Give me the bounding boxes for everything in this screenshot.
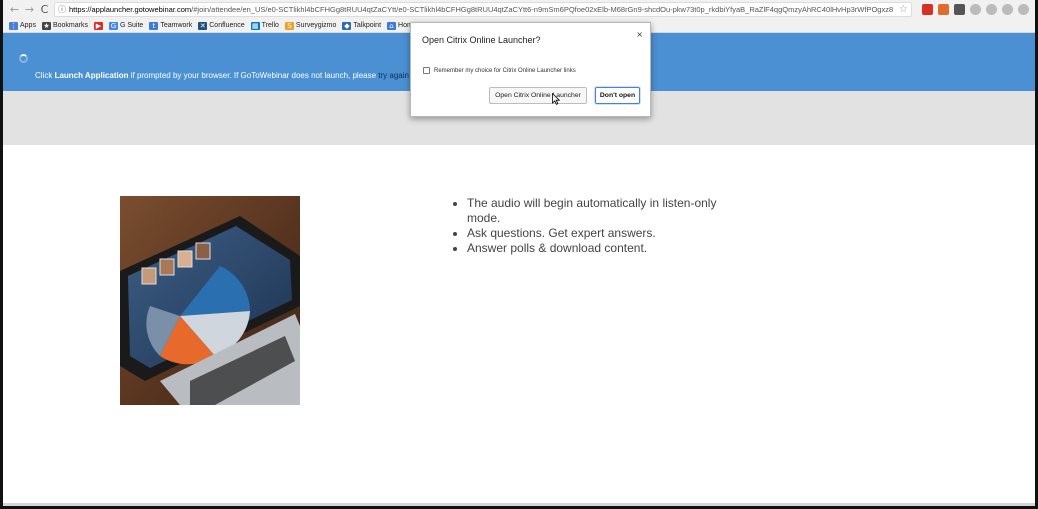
bookmark-label: G Suite <box>119 22 144 29</box>
bookmark-label: Bookmarks <box>52 22 88 29</box>
dialog-title: Open Citrix Online Launcher? <box>422 35 541 45</box>
address-toolbar: ← → C ⓘ https://applauncher.gotowebinar.… <box>3 0 1035 19</box>
home-icon: ⌂ <box>387 21 397 30</box>
extension-icon[interactable] <box>970 4 981 15</box>
forward-icon[interactable]: → <box>24 4 35 15</box>
try-again-link[interactable]: try again <box>378 71 409 80</box>
feature-item: Answer polls & download content. <box>467 241 725 256</box>
extension-icon[interactable] <box>986 4 997 15</box>
apps-icon: ⋮ <box>9 21 18 30</box>
footer-strip <box>3 503 1035 506</box>
bookmark-youtube[interactable]: ▶ <box>93 21 103 30</box>
bookmark-teamwork[interactable]: t Teamwork <box>149 21 193 30</box>
bookmark-apps[interactable]: ⋮ Apps <box>9 21 36 30</box>
bookmark-bookmarks[interactable]: ★ Bookmarks <box>41 21 88 30</box>
loading-spinner-icon <box>19 54 28 63</box>
remember-choice-checkbox[interactable]: Remember my choice for Citrix Online Lau… <box>423 67 576 74</box>
checkbox-box[interactable] <box>423 67 430 74</box>
extension-icon[interactable] <box>1002 4 1013 15</box>
star-icon: ★ <box>41 21 51 30</box>
extension-icon[interactable] <box>954 4 965 15</box>
talkpoint-icon: ◆ <box>342 21 352 30</box>
bookmark-trello[interactable]: ▦ Trello <box>250 21 279 30</box>
bookmark-label: Teamwork <box>160 22 193 29</box>
site-info-icon[interactable]: ⓘ <box>58 4 66 15</box>
open-launcher-button[interactable]: Open Citrix Online Launcher <box>489 87 587 104</box>
bookmark-label: Surveygizmo <box>295 22 337 29</box>
confluence-icon: ✕ <box>198 21 208 30</box>
bookmark-g-suite[interactable]: GG Suite <box>108 21 144 30</box>
banner-message: Click Launch Application if prompted by … <box>35 71 418 80</box>
mouse-cursor-icon <box>552 93 560 105</box>
teamwork-icon: t <box>149 21 159 30</box>
bookmark-star-icon[interactable]: ☆ <box>896 4 911 15</box>
feature-item: Ask questions. Get expert answers. <box>467 226 725 241</box>
bookmark-label: Confluence <box>209 22 245 29</box>
trello-icon: ▦ <box>250 21 260 30</box>
youtube-icon: ▶ <box>93 21 103 30</box>
browser-window: ← → C ⓘ https://applauncher.gotowebinar.… <box>0 0 1038 509</box>
dont-open-button[interactable]: Don't open <box>595 87 640 104</box>
bookmark-label: Trello <box>261 22 279 29</box>
bookmark-confluence[interactable]: ✕ Confluence <box>198 21 245 30</box>
extension-icon[interactable] <box>938 4 949 15</box>
google-icon: G <box>108 21 118 30</box>
surveygizmo-icon: S <box>284 21 294 30</box>
back-icon[interactable]: ← <box>9 4 20 15</box>
feature-list: The audio will begin automatically in li… <box>455 196 725 256</box>
extension-icon[interactable] <box>1018 4 1029 15</box>
remember-choice-label: Remember my choice for Citrix Online Lau… <box>434 67 576 74</box>
launch-application-text: Launch Application <box>54 71 129 80</box>
open-launcher-dialog: Open Citrix Online Launcher? × Remember … <box>410 22 651 117</box>
extensions-area <box>916 4 1035 15</box>
close-icon[interactable]: × <box>636 30 643 39</box>
laptop-photo <box>120 196 300 405</box>
bookmark-surveygizmo[interactable]: S Surveygizmo <box>284 21 337 30</box>
reload-icon[interactable]: C <box>39 4 50 15</box>
bookmark-label: Talkpoint <box>353 22 382 29</box>
bookmark-talkpoint[interactable]: ◆ Talkpoint <box>342 21 382 30</box>
url-path: /#join/attendee/en_US/e0-SCTlikhl4bCFHGg… <box>191 5 894 14</box>
bookmark-label: Apps <box>20 22 36 29</box>
url-input[interactable]: ⓘ https://applauncher.gotowebinar.com/#j… <box>54 2 912 17</box>
feature-item: The audio will begin automatically in li… <box>467 196 725 226</box>
extension-icon[interactable] <box>922 4 933 15</box>
url-host: https://applauncher.gotowebinar.com <box>69 5 192 14</box>
